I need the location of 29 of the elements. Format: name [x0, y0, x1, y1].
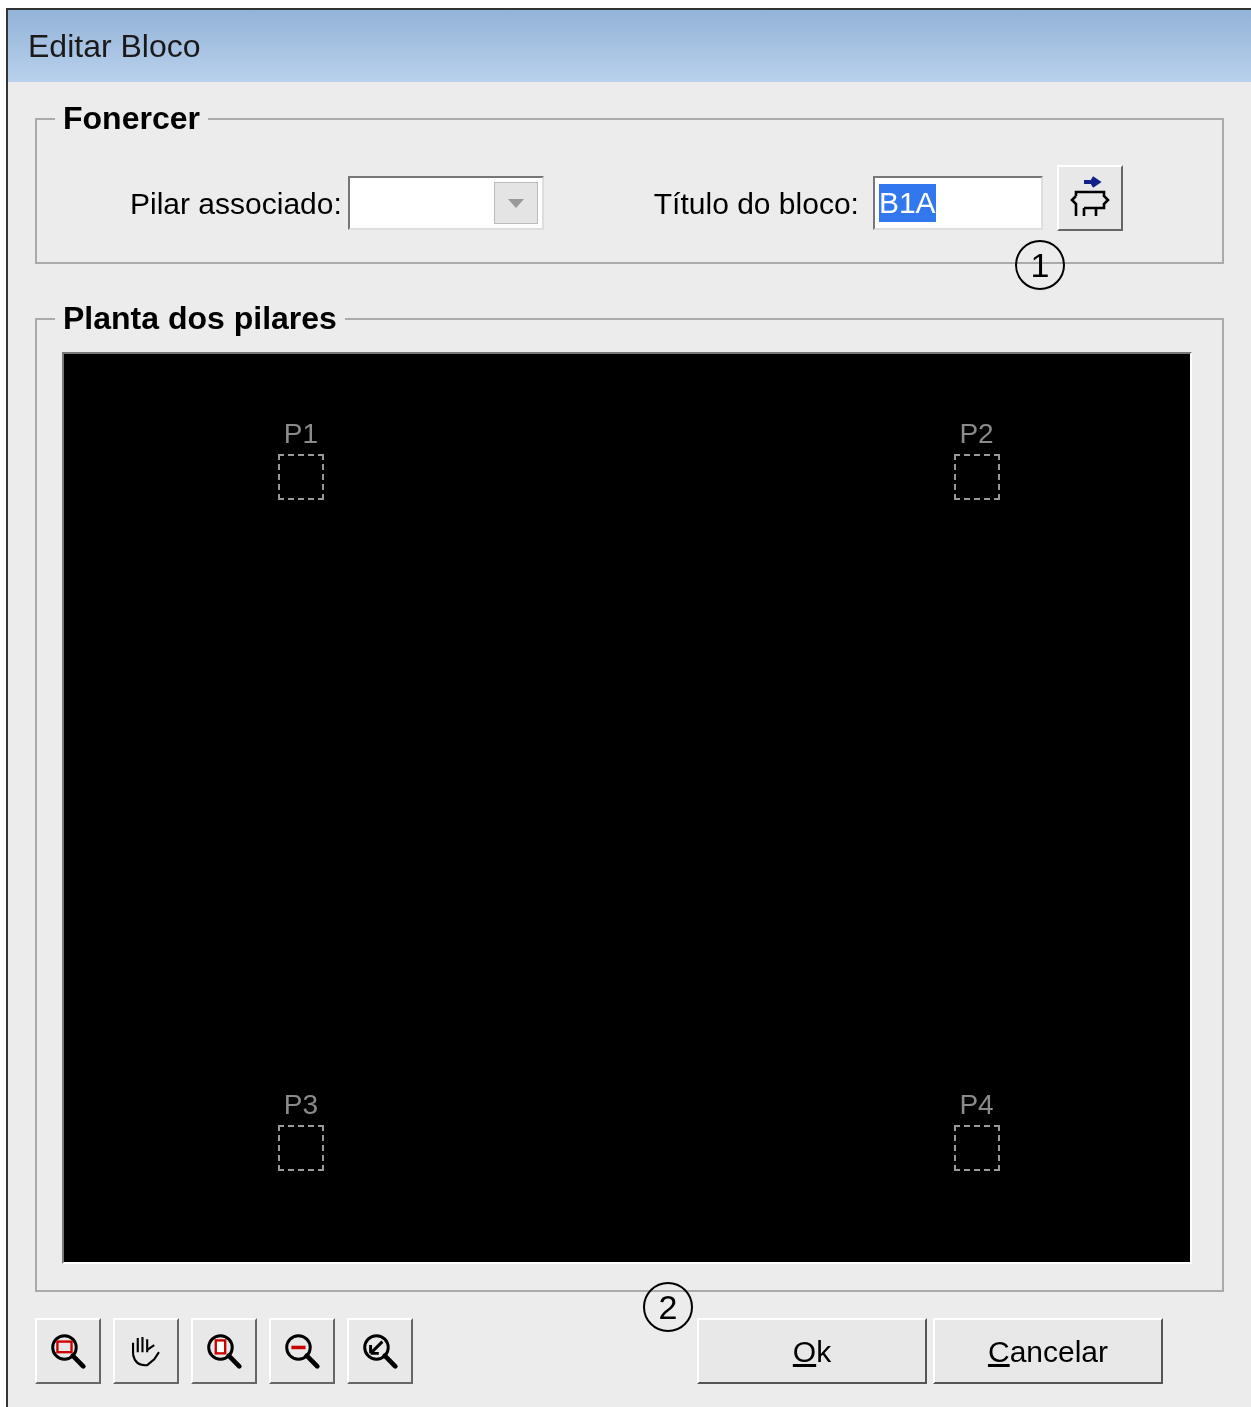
- pillar-label: P1: [283, 417, 319, 450]
- pillar-outline: [953, 1125, 1000, 1172]
- tool-button[interactable]: [113, 1318, 179, 1384]
- window-title: Editar Bloco: [28, 27, 201, 66]
- pillar-label: P4: [959, 1089, 994, 1122]
- field-label: Pilar associado:: [130, 185, 342, 222]
- pilar-dropdown[interactable]: [347, 176, 544, 230]
- zoom-page-icon: [204, 1331, 244, 1371]
- tool-button[interactable]: [269, 1318, 335, 1384]
- title-field[interactable]: B1A: [872, 176, 1043, 230]
- tool-button[interactable]: [35, 1318, 101, 1384]
- zoom-previous-icon: [360, 1331, 400, 1371]
- tool-button[interactable]: [191, 1318, 257, 1384]
- pillar-outline: [277, 1125, 324, 1172]
- dialog-button[interactable]: Cancelar: [933, 1318, 1163, 1384]
- dropdown-button[interactable]: [493, 182, 538, 224]
- swap-button[interactable]: [1056, 165, 1123, 231]
- callout-number: 2: [643, 1282, 693, 1332]
- callout-number: 1: [1015, 240, 1065, 290]
- tool-button[interactable]: [347, 1318, 413, 1384]
- pillar-label: P3: [283, 1089, 319, 1122]
- caret-icon: [507, 198, 524, 208]
- pillar-outline: [953, 453, 1000, 500]
- dialog-button[interactable]: Ok: [697, 1318, 927, 1384]
- field-label: Título do bloco:: [653, 185, 859, 222]
- pillar-outline: [277, 453, 324, 500]
- zoom-window-icon: [48, 1331, 88, 1371]
- pillar-label: P2: [959, 417, 994, 450]
- zoom-out-icon: [282, 1331, 322, 1371]
